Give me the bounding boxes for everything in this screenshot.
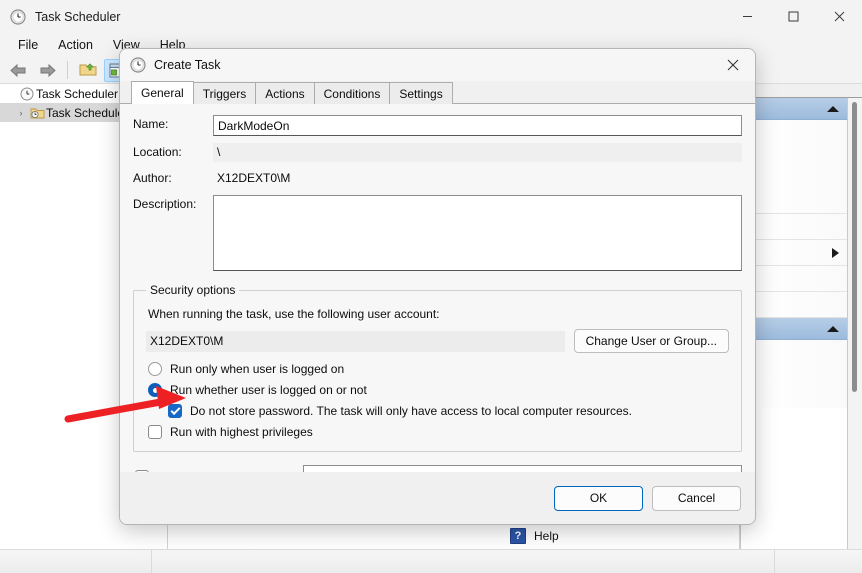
name-label: Name: — [133, 117, 169, 131]
scrollbar-thumb[interactable] — [852, 102, 857, 392]
run-with-highest-privileges-label: Run with highest privileges — [170, 425, 313, 439]
run-with-highest-privileges-checkbox[interactable] — [148, 425, 162, 439]
tree-item-label: Task Scheduler (L — [36, 86, 133, 101]
run-highest-privileges-row[interactable]: Run with highest privileges — [148, 425, 729, 439]
statusbar-cell-2 — [152, 549, 775, 573]
name-row: Name: DarkModeOn — [133, 115, 742, 136]
tab-settings[interactable]: Settings — [389, 82, 453, 104]
actions-list-item[interactable] — [741, 120, 847, 188]
help-row[interactable]: ? Help — [510, 528, 559, 544]
actions-list-item[interactable] — [741, 340, 847, 408]
location-label: Location: — [133, 145, 182, 159]
description-label: Description: — [133, 197, 197, 211]
menu-file[interactable]: File — [8, 36, 48, 54]
location-row: Location: \ — [133, 143, 742, 162]
actions-list-item[interactable] — [741, 266, 847, 292]
name-input[interactable]: DarkModeOn — [213, 115, 742, 136]
create-task-dialog: Create Task General Triggers Actions Con… — [119, 48, 756, 525]
tab-triggers[interactable]: Triggers — [192, 82, 257, 104]
collapse-up-icon[interactable] — [827, 105, 839, 112]
maximize-button[interactable] — [770, 0, 816, 33]
back-arrow-icon[interactable] — [5, 59, 31, 82]
dialog-body: Name: DarkModeOn Location: \ Author: X12… — [120, 104, 755, 497]
statusbar-cell-1 — [0, 549, 152, 573]
clock-icon — [18, 87, 36, 101]
radio-run-only-logged-on-label: Run only when user is logged on — [170, 362, 345, 376]
dialog-footer: OK Cancel — [120, 472, 755, 524]
tree-item-label-2: Task Schedule — [46, 105, 125, 120]
security-options-legend: Security options — [150, 283, 236, 297]
tab-conditions[interactable]: Conditions — [313, 82, 391, 104]
actions-list-item[interactable] — [741, 188, 847, 214]
radio-run-only-logged-on-row[interactable]: Run only when user is logged on — [148, 362, 729, 376]
forward-arrow-icon[interactable] — [34, 59, 60, 82]
dialog-tabstrip: General Triggers Actions Conditions Sett… — [120, 81, 755, 104]
description-textarea[interactable] — [213, 195, 742, 271]
change-user-or-group-button[interactable]: Change User or Group... — [573, 329, 729, 353]
actions-pane — [740, 84, 862, 573]
menu-action[interactable]: Action — [48, 36, 103, 54]
do-not-store-password-row[interactable]: Do not store password. The task will onl… — [168, 404, 729, 418]
security-options-group: Security options When running the task, … — [133, 283, 742, 452]
tab-actions[interactable]: Actions — [255, 82, 315, 104]
author-row: Author: X12DEXT0\M — [133, 169, 742, 188]
help-question-icon: ? — [510, 528, 526, 544]
actions-pane-top — [740, 84, 862, 98]
security-note: When running the task, use the following… — [148, 307, 440, 321]
window-titlebar: Task Scheduler — [0, 0, 862, 33]
actions-list-item-submenu[interactable] — [741, 240, 847, 266]
dialog-titlebar: Create Task — [120, 49, 755, 81]
close-button[interactable] — [816, 0, 862, 33]
window-controls — [724, 0, 862, 33]
minimize-button[interactable] — [724, 0, 770, 33]
location-value: \ — [213, 143, 742, 162]
chevron-right-icon[interactable] — [832, 247, 839, 258]
tree-expander-2[interactable]: › — [14, 108, 28, 118]
collapse-up-icon-2[interactable] — [827, 325, 839, 332]
statusbar — [0, 549, 862, 573]
actions-vertical-scrollbar[interactable] — [848, 98, 862, 573]
actions-list-item[interactable] — [741, 214, 847, 240]
task-folder-icon — [28, 106, 46, 120]
actions-group-header[interactable] — [741, 98, 847, 120]
window-title: Task Scheduler — [35, 9, 121, 24]
actions-pane-body — [740, 98, 848, 573]
clock-icon — [130, 57, 146, 73]
account-row: X12DEXT0\M Change User or Group... — [146, 329, 729, 353]
cancel-button[interactable]: Cancel — [652, 485, 741, 511]
screen: Task Scheduler File Action View Help Tas… — [0, 0, 862, 573]
radio-run-only-logged-on[interactable] — [148, 362, 162, 376]
actions-list-item[interactable] — [741, 292, 847, 318]
open-folder-icon[interactable] — [75, 59, 101, 82]
toolbar-separator — [67, 61, 68, 79]
tab-general[interactable]: General — [131, 81, 194, 104]
author-label: Author: — [133, 171, 172, 185]
clock-icon — [10, 8, 26, 25]
radio-run-whether-row[interactable]: Run whether user is logged on or not — [148, 383, 729, 397]
author-value: X12DEXT0\M — [217, 171, 291, 185]
ok-button[interactable]: OK — [554, 485, 643, 511]
do-not-store-password-label: Do not store password. The task will onl… — [190, 404, 632, 418]
dialog-title: Create Task — [154, 58, 221, 72]
actions-group-header-2[interactable] — [741, 318, 847, 340]
radio-run-whether-logged-on-or-not[interactable] — [148, 383, 162, 397]
dialog-close-button[interactable] — [711, 49, 755, 81]
help-label: Help — [534, 529, 559, 543]
user-account-value: X12DEXT0\M — [146, 330, 565, 352]
description-row: Description: — [133, 195, 742, 271]
do-not-store-password-checkbox[interactable] — [168, 404, 182, 418]
radio-run-whether-label: Run whether user is logged on or not — [170, 383, 367, 397]
